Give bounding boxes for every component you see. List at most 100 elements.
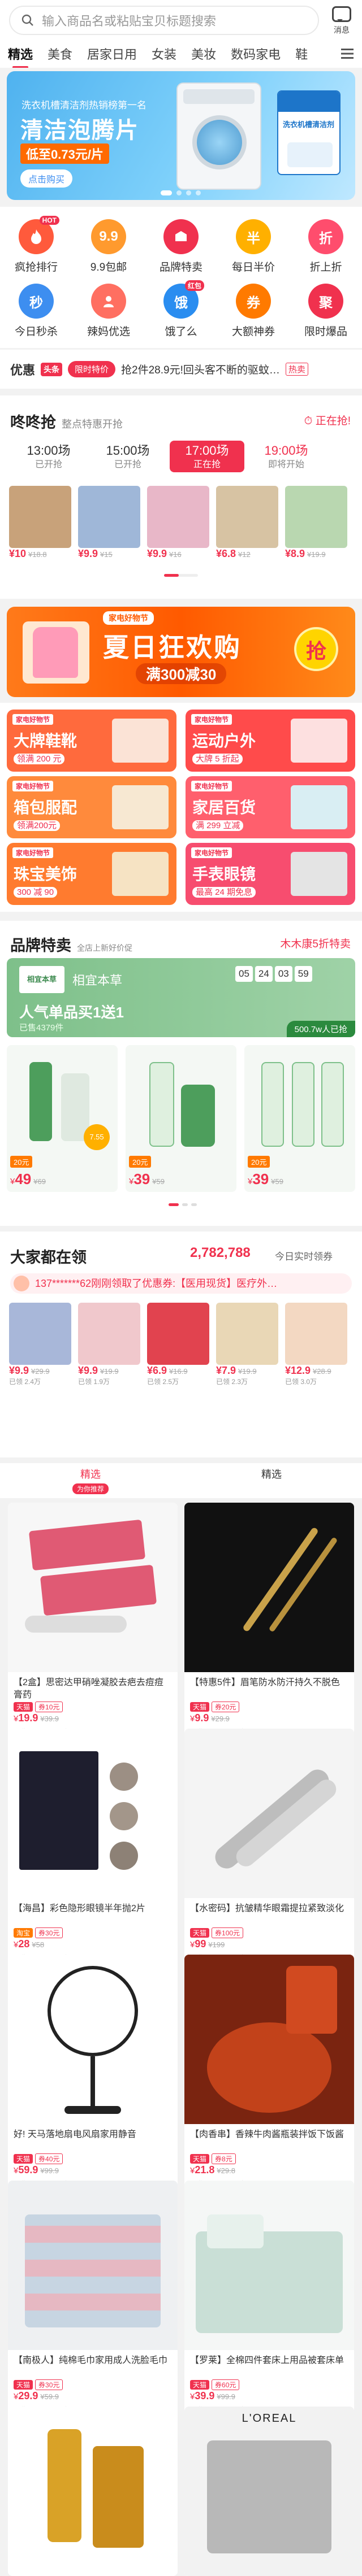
icon-entry-99[interactable]: 9.9 9.9包邮 (72, 219, 145, 274)
menu-icon (341, 49, 354, 59)
product-pack-image: 洗衣机槽清洁剂 (277, 90, 341, 175)
category-tab[interactable]: 数码家电 (231, 45, 281, 63)
category-tab[interactable]: 居家日用 (87, 45, 137, 63)
feed-card[interactable]: 【肉香串】香辣牛肉酱瓶装拌饭下饭酱 天猫券8元 ¥21.8¥29.8 已售 1.… (184, 1955, 354, 2194)
feed-tab[interactable]: 精选 (181, 1467, 362, 1481)
icon-entry-hot[interactable]: 聚 限时爆品 (290, 284, 362, 338)
product-image (184, 2181, 354, 2350)
hero-banner[interactable]: 洗衣机槽清洁剂热销榜第一名 清洁泡腾片 低至0.73元/片 点击购买 洗衣机槽清… (7, 71, 355, 200)
product-title: 【水密码】抗皱精华眼霜提拉紧致淡化 (190, 1904, 344, 1913)
summer-badge: 家电好物节 (103, 611, 154, 625)
product-image (112, 785, 169, 829)
banner-cta-button[interactable]: 点击购买 (20, 169, 73, 188)
category-tab[interactable]: 女装 (152, 45, 176, 63)
promo-tile[interactable]: 家电好物节 家居百货 满 299 立减 (186, 776, 355, 838)
icon-entry-brand[interactable]: 品牌特卖 (145, 219, 217, 274)
search-placeholder: 输入商品名或粘贴宝贝标题搜索 (42, 14, 217, 28)
brand-icon (163, 219, 199, 254)
everyone-item[interactable]: ¥12.9 ¥28.9 已领 3.0万 (285, 1303, 347, 1386)
icon-label: 品牌特卖 (159, 262, 202, 273)
category-tab[interactable]: 鞋 (295, 45, 308, 63)
flash-status: ⏱ 正在抢! (304, 415, 351, 427)
flash-item[interactable]: ¥9.9 ¥15 (78, 486, 140, 560)
product-title: 【特惠5件】眉笔防水防汗持久不脱色 (190, 1678, 340, 1687)
feed-card[interactable]: 【罗莱】全棉四件套床上用品被套床单 天猫券60元 ¥39.9¥99.9 已售 5… (184, 2181, 354, 2420)
icon-entry-discount[interactable]: 折 折上折 (290, 219, 362, 274)
session-tab[interactable]: 13:00场 已开抢 (11, 441, 86, 472)
brand-product[interactable]: 20元 ¥39 ¥59 (244, 1045, 355, 1192)
icon-entry-coupon[interactable]: 券 大额神券 (217, 284, 290, 338)
icon-entry-half[interactable]: 半 每日半价 (217, 219, 290, 274)
search-box[interactable]: 输入商品名或粘贴宝贝标题搜索 (9, 6, 319, 35)
headline-text: 抢2件28.9元!回头客不断的驱蚊… (121, 364, 280, 376)
flash-item[interactable]: ¥10 ¥18.8 (9, 486, 71, 560)
promo-tile[interactable]: 家电好物节 手表眼镜 最高 24 期免息 (186, 843, 355, 905)
everyone-item[interactable]: ¥7.9 ¥19.9 已领 2.3万 (216, 1303, 278, 1386)
product-image (112, 719, 169, 763)
headline-ticker[interactable]: 优惠 头条 限时特价 抢2件28.9元!回头客不断的驱蚊… 热卖 (0, 349, 362, 389)
session-tab[interactable]: 19:00场 即将开始 (249, 441, 324, 472)
flash-item[interactable]: ¥9.9 ¥16 (147, 486, 209, 560)
category-tab[interactable]: 美食 (48, 45, 72, 63)
feed-card[interactable] (8, 2407, 178, 2576)
brand-banner[interactable]: 相宜本草 相宜本草 人气单品买1送1 已售4379件 05 24 03 59 5… (7, 958, 355, 1037)
coupon-tag: 20元 (10, 1156, 33, 1168)
gift-badge: 7.55 (84, 1124, 110, 1150)
feed-tab-active[interactable]: 精选 为你推荐 (0, 1467, 181, 1494)
banner-price: 低至0.73元/片 (20, 143, 109, 164)
promo-tile[interactable]: 家电好物节 珠宝美饰 300 减 90 (7, 843, 176, 905)
promo-tile[interactable]: 家电好物节 运动户外 大牌 5 折起 (186, 710, 355, 772)
everyone-title: 大家都在领 (10, 1249, 87, 1266)
flash-item[interactable]: ¥6.8 ¥12 (216, 486, 278, 560)
promo-tile[interactable]: 家电好物节 箱包服配 领满200元 (7, 776, 176, 838)
brand-sale-link[interactable]: 木木康5折特卖 (280, 935, 351, 951)
category-more-button[interactable] (333, 40, 362, 68)
promo-sub: 领满200元 (14, 820, 61, 831)
brand-product[interactable]: 20元 ¥39 ¥59 (126, 1045, 236, 1192)
brand-sold: 已售4379件 (19, 1023, 64, 1033)
feed-card[interactable]: 【海昌】彩色隐形眼镜半年抛2片 淘宝券30元 ¥28¥58 已售 1.3万 | … (8, 1729, 178, 1968)
icon-entry-eleme[interactable]: 饿红包 饿了么 (145, 280, 217, 338)
banner-subtitle: 洗衣机槽清洁剂热销榜第一名 (21, 100, 146, 111)
feed-card[interactable]: 【南极人】纯棉毛巾家用成人洗脸毛巾 天猫券30元 ¥29.9¥59.9 已售 1… (8, 2181, 178, 2420)
icon-entry-mom[interactable]: 辣妈优选 (72, 284, 145, 338)
summer-product-image (23, 621, 89, 684)
flash-sale-icon: 秒 (19, 284, 54, 319)
countdown: 05 24 03 59 (235, 966, 312, 982)
feed-card[interactable]: 【2盒】思密达甲硝唑凝胶去疤去痘痘膏药 天猫券10元 ¥19.9¥39.9 已售… (8, 1503, 178, 1742)
icon-label: 每日半价 (231, 262, 275, 273)
session-tab[interactable]: 15:00场 已开抢 (90, 441, 165, 472)
product-image (285, 1303, 347, 1365)
product-image (184, 1729, 354, 1898)
message-button[interactable]: 消息 (327, 5, 356, 36)
promo-sub: 领满 200 元 (14, 754, 65, 764)
flash-item[interactable]: ¥8.9 ¥19.9 (285, 486, 347, 560)
top-bar: 输入商品名或粘贴宝贝标题搜索 消息 (0, 0, 362, 40)
everyone-item[interactable]: ¥6.9 ¥16.9 已领 2.5万 (147, 1303, 209, 1386)
message-label: 消息 (334, 25, 350, 34)
promo-tile[interactable]: 家电好物节 大牌鞋靴 领满 200 元 (7, 710, 176, 772)
feed-card[interactable]: 【特惠5件】眉笔防水防汗持久不脱色 天猫券20元 ¥9.9¥29.9 已售 9.… (184, 1503, 354, 1742)
icon-label: 9.9包邮 (90, 262, 127, 273)
feed-card[interactable]: 好! 天马落地扇电风扇家用静音 天猫券40元 ¥59.9¥99.9 已售 9.2… (8, 1955, 178, 2194)
headline-brand: 优惠 (10, 363, 36, 377)
brand-product[interactable]: 7.55 20元 ¥49 ¥69 (7, 1045, 118, 1192)
product-image (216, 486, 278, 548)
feed-card[interactable]: L'OREAL (184, 2407, 354, 2576)
brand-headline: 人气单品买1送1 (19, 1004, 124, 1021)
category-tab[interactable]: 精选 (8, 45, 33, 68)
category-tab[interactable]: 美妆 (191, 45, 216, 63)
search-icon (21, 14, 33, 26)
product-image (184, 1503, 354, 1672)
icon-entry-flash[interactable]: 秒 今日秒杀 (0, 284, 72, 338)
session-tab-active[interactable]: 17:00场 正在抢 (170, 441, 244, 472)
everyone-section: 大家都在领 2,782,788 今日实时领券 137*******62刚刚领取了… (0, 1232, 362, 1457)
everyone-item[interactable]: ¥9.9 ¥19.9 已领 1.9万 (78, 1303, 140, 1386)
everyone-item[interactable]: ¥9.9 ¥29.9 已领 2.4万 (9, 1303, 71, 1386)
feed-card[interactable]: 【水密码】抗皱精华眼霜提拉紧致淡化 天猫券100元 ¥99¥199 已售 5.4… (184, 1729, 354, 1968)
icon-entry-rank[interactable]: HOT 疯抢排行 (0, 216, 72, 274)
summer-banner[interactable]: 家电好物节 夏日狂欢购 满300减30 抢 (7, 607, 355, 697)
banner-title: 清洁泡腾片 (20, 118, 139, 143)
icon-label: 折上折 (309, 262, 342, 273)
grab-button[interactable]: 抢 (294, 627, 338, 671)
